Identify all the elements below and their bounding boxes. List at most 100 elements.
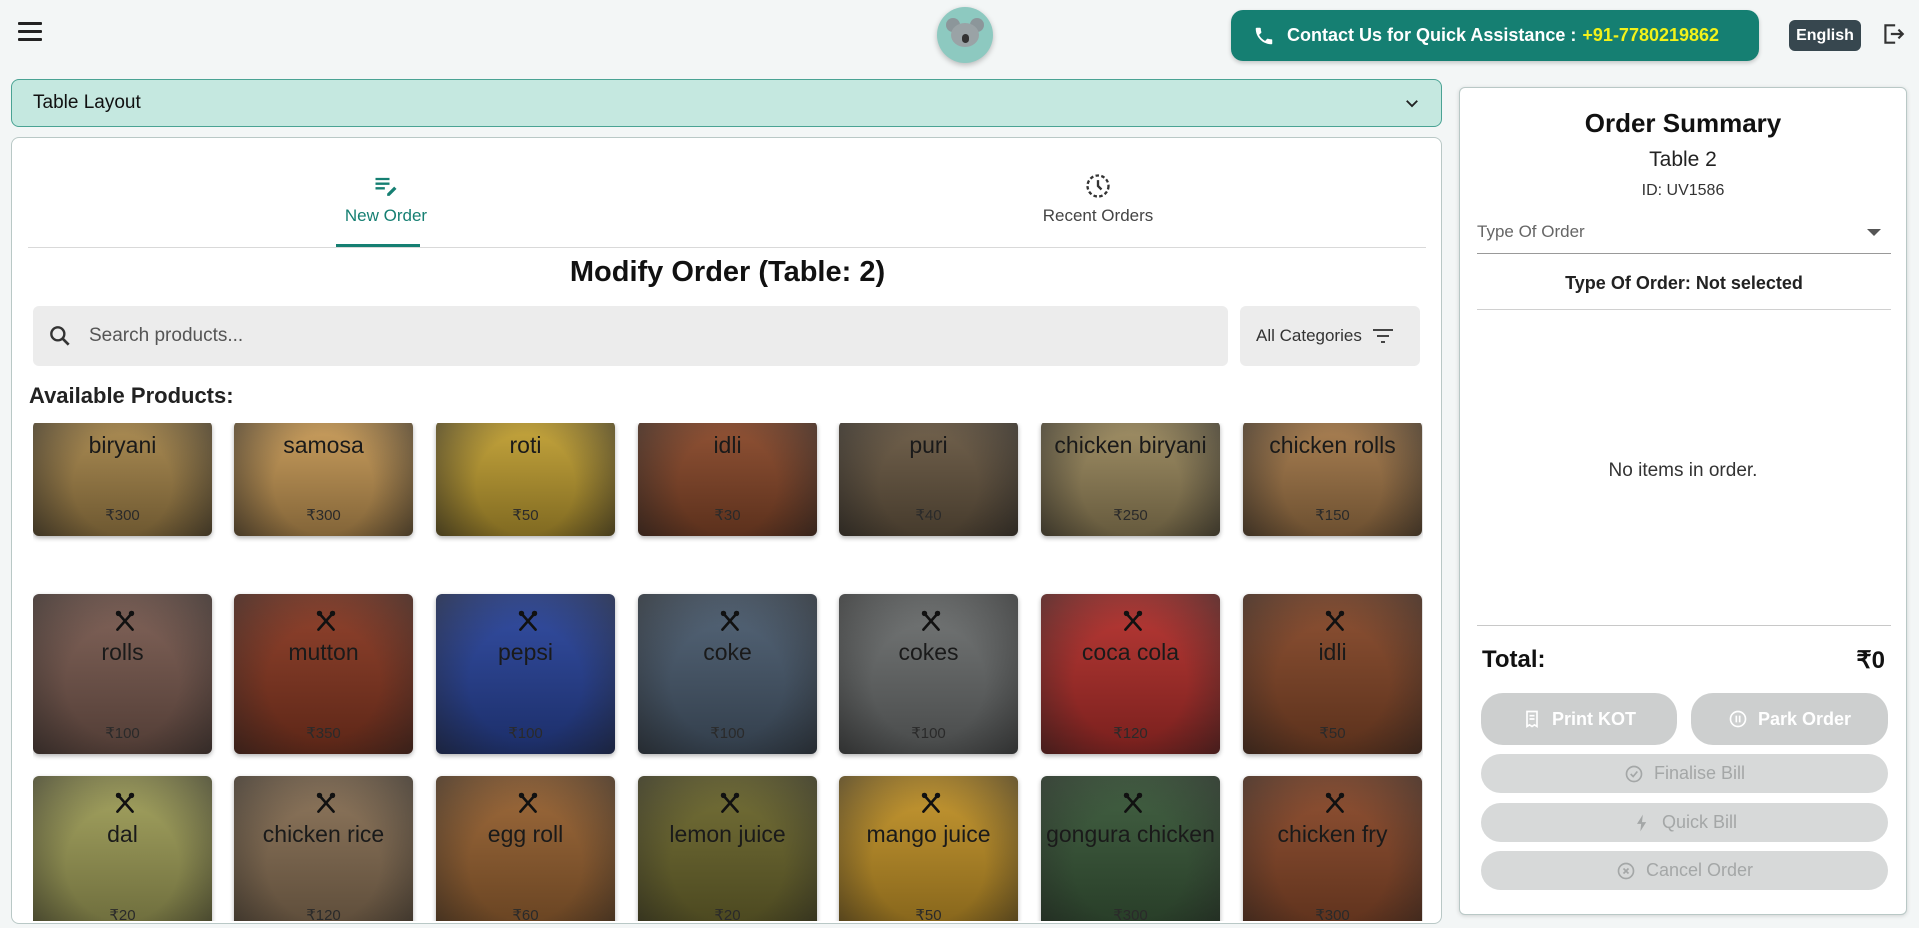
product-card[interactable]: puri ₹40 [839,423,1018,536]
product-card[interactable]: egg roll ₹60 [436,776,615,921]
print-kot-button[interactable]: Print KOT [1481,693,1677,745]
quick-bill-button[interactable]: Quick Bill [1481,803,1888,842]
product-name: idli [1318,639,1347,665]
product-name: pepsi [498,639,553,665]
chevron-down-icon [1406,100,1418,108]
order-id: ID: UV1586 [1641,182,1725,199]
product-name: chicken rice [262,821,385,847]
product-card[interactable]: idli ₹30 [638,423,817,536]
summary-table: Table 2 [1649,148,1717,171]
cutlery-icon [1325,792,1345,813]
product-card[interactable]: mutton ₹350 [234,594,413,754]
filter-icon [1372,329,1393,343]
categories-label: All Categories [1256,326,1362,345]
product-card[interactable]: biryani ₹300 [33,423,212,536]
product-price: ₹100 [710,725,745,742]
product-name: coke [703,639,752,665]
cutlery-icon [1123,610,1143,631]
product-name: lemon juice [669,821,786,847]
product-card[interactable]: chicken rice ₹120 [234,776,413,921]
product-card[interactable]: pepsi ₹100 [436,594,615,754]
cutlery-icon [115,610,135,631]
product-name: samosa [283,432,364,458]
hamburger-menu-icon[interactable] [18,22,44,44]
product-card[interactable]: chicken rolls ₹150 [1243,423,1422,536]
product-price: ₹120 [1113,725,1148,742]
tab-new-order[interactable]: New Order [336,172,436,226]
product-price: ₹100 [508,725,543,742]
product-card[interactable]: chicken fry ₹300 [1243,776,1422,921]
product-card[interactable]: gongura chicken ₹300 [1041,776,1220,921]
product-name: puri [909,432,948,458]
edit-list-icon [375,177,397,196]
product-price: ₹30 [714,507,741,524]
product-name: egg roll [487,821,564,847]
page-title: Modify Order (Table: 2) [569,256,886,288]
product-price: ₹250 [1113,507,1148,524]
table-layout-accordion[interactable]: Table Layout [11,79,1442,127]
cutlery-icon [921,610,941,631]
product-card[interactable]: samosa ₹300 [234,423,413,536]
total-value: ₹0 [1856,647,1885,674]
product-card[interactable]: cokes ₹100 [839,594,1018,754]
product-name: mutton [288,639,359,665]
product-name: chicken biryani [1054,432,1207,458]
product-name: idli [713,432,742,458]
product-price: ₹60 [512,907,539,921]
product-name: chicken fry [1277,821,1388,847]
product-card[interactable]: idli ₹50 [1243,594,1422,754]
search-bar[interactable]: Search products... [33,306,1228,366]
product-card[interactable]: rolls ₹100 [33,594,212,754]
product-price: ₹300 [306,507,341,524]
product-card[interactable]: mango juice ₹50 [839,776,1018,921]
pause-icon [1729,710,1747,728]
product-price: ₹350 [306,725,341,742]
order-type-select[interactable]: Type Of Order [1477,218,1891,254]
park-order-button[interactable]: Park Order [1691,693,1888,745]
product-price: ₹40 [915,507,942,524]
language-selector[interactable]: English [1789,20,1861,51]
cutlery-icon [518,792,538,813]
cutlery-icon [720,610,740,631]
product-price: ₹300 [105,507,140,524]
product-price: ₹50 [915,907,942,921]
available-products-label: Available Products: [29,383,234,408]
summary-title: Order Summary [1584,108,1782,138]
product-name: cokes [898,639,959,665]
product-card[interactable]: coca cola ₹120 [1041,594,1220,754]
lightning-icon [1636,814,1647,831]
product-card[interactable]: chicken biryani ₹250 [1041,423,1220,536]
search-input[interactable]: Search products... [89,325,243,347]
order-type-status: Type Of Order: Not selected [1477,266,1891,310]
tab-recent-orders[interactable]: Recent Orders [1013,172,1183,226]
cancel-order-button[interactable]: Cancel Order [1481,851,1888,890]
contact-assistance-button[interactable]: Contact Us for Quick Assistance : +91-77… [1231,10,1759,61]
categories-filter-button[interactable]: All Categories [1240,306,1420,366]
finalise-bill-button[interactable]: Finalise Bill [1481,754,1888,793]
cutlery-icon [316,792,336,813]
product-grid: biryani ₹300 samosa ₹300 roti ₹50 idli ₹30 puri ₹… [33,423,1423,921]
product-card[interactable]: roti ₹50 [436,423,615,536]
product-card[interactable]: coke ₹100 [638,594,817,754]
product-name: chicken rolls [1269,432,1396,458]
product-card[interactable]: dal ₹20 [33,776,212,921]
product-card[interactable]: lemon juice ₹20 [638,776,817,921]
top-bar: Contact Us for Quick Assistance : +91-77… [0,0,1919,70]
dropdown-caret-icon [1867,229,1881,236]
cutlery-icon [1325,610,1345,631]
product-price: ₹100 [105,725,140,742]
product-name: roti [509,432,542,458]
product-name: gongura chicken [1046,821,1215,847]
product-price: ₹120 [306,907,341,921]
logout-icon[interactable] [1880,21,1906,47]
cancel-circle-icon [1617,862,1635,879]
product-price: ₹50 [1319,725,1346,742]
contact-number: +91-7780219862 [1582,25,1720,45]
product-name: coca cola [1081,639,1180,665]
accordion-label: Table Layout [33,92,141,113]
receipt-icon [1526,710,1538,729]
product-name: mango juice [866,821,991,847]
cutlery-icon [518,610,538,631]
contact-label: Contact Us for Quick Assistance : [1287,25,1577,45]
total-label: Total: [1482,646,1546,673]
